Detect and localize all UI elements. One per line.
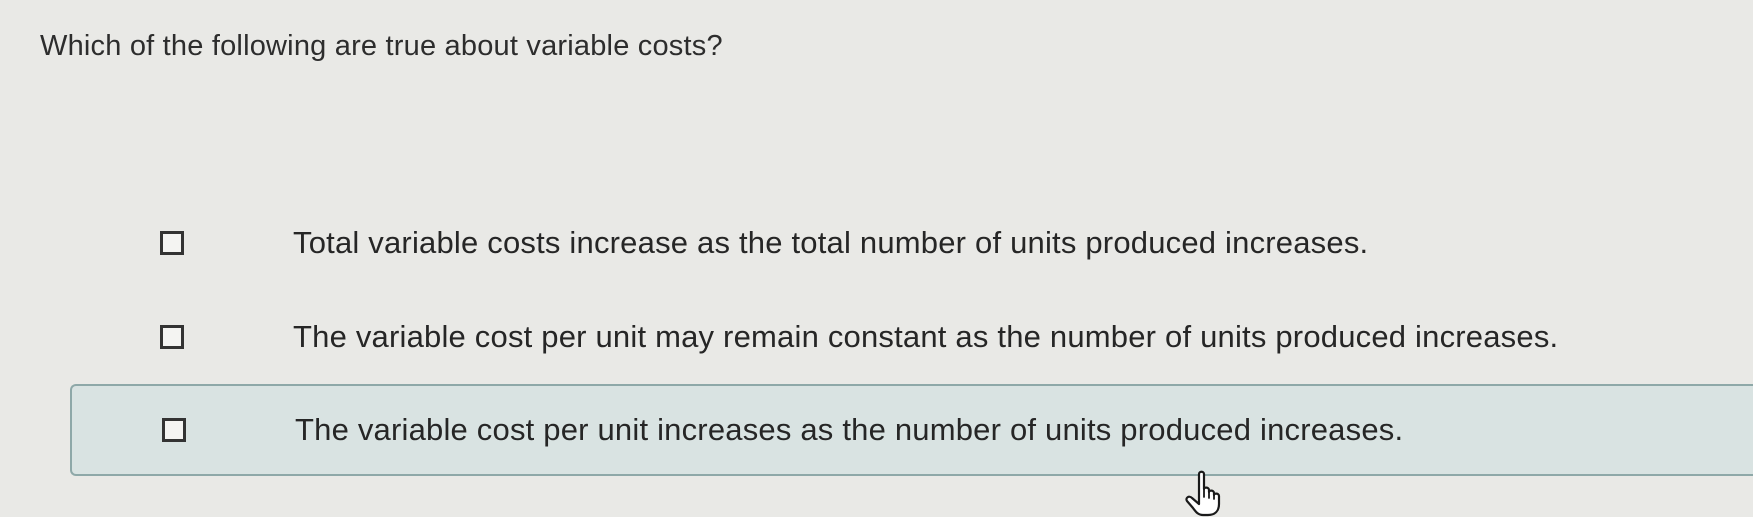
answer-options: Total variable costs increase as the tot… xyxy=(70,196,1753,476)
page: { "question": { "text": "Which of the fo… xyxy=(0,0,1753,517)
option-3[interactable]: The variable cost per unit increases as … xyxy=(70,384,1753,476)
option-label: The variable cost per unit may remain co… xyxy=(293,319,1559,354)
checkbox-icon[interactable] xyxy=(162,418,186,442)
question-text: Which of the following are true about va… xyxy=(40,30,723,62)
option-label: Total variable costs increase as the tot… xyxy=(293,225,1369,260)
hand-pointer-icon xyxy=(1185,470,1221,517)
checkbox-icon[interactable] xyxy=(160,231,184,255)
option-2[interactable]: The variable cost per unit may remain co… xyxy=(70,290,1753,384)
option-1[interactable]: Total variable costs increase as the tot… xyxy=(70,196,1753,290)
checkbox-icon[interactable] xyxy=(160,325,184,349)
option-label: The variable cost per unit increases as … xyxy=(295,412,1404,447)
